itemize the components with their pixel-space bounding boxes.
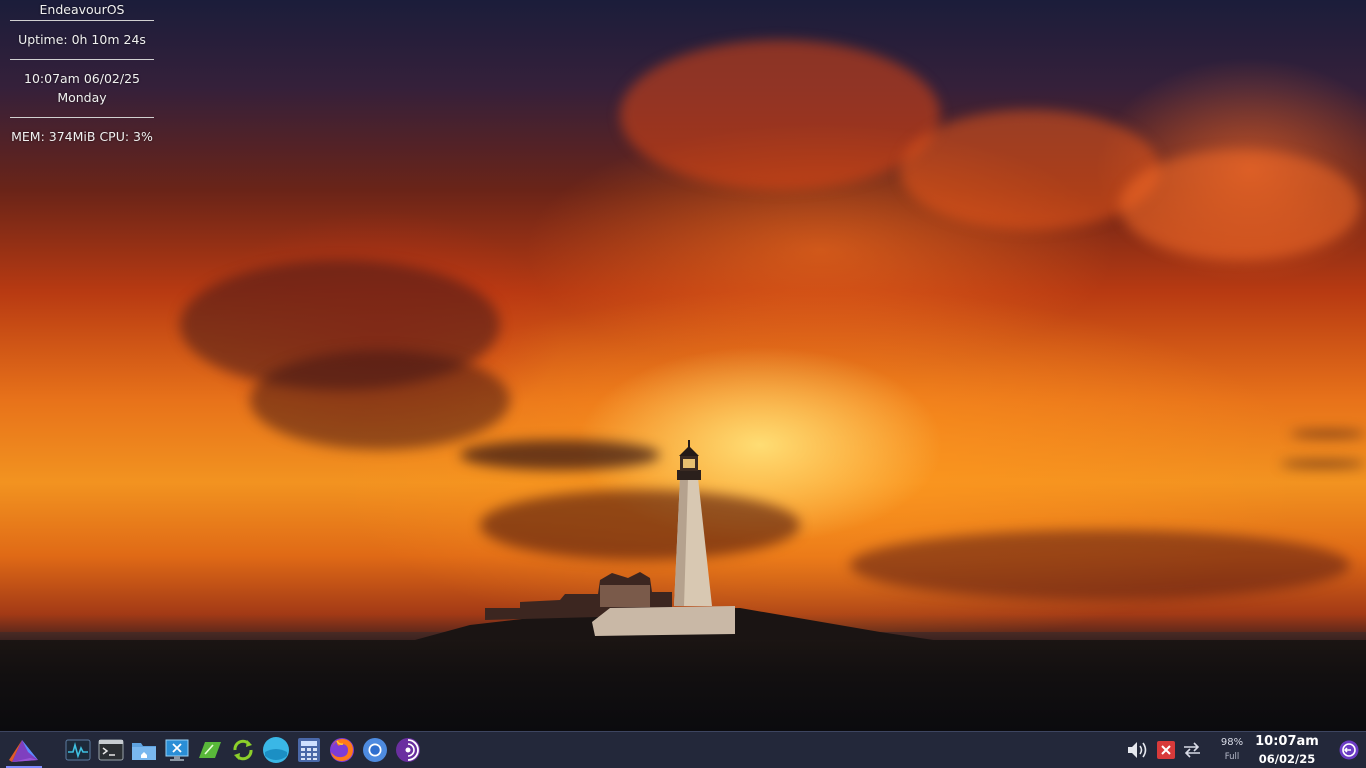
tor-browser-icon: [396, 738, 420, 762]
update-manager-icon: [233, 739, 253, 761]
volume-button[interactable]: [1126, 738, 1150, 762]
chromium-button[interactable]: [361, 736, 389, 764]
mem-cpu-label: MEM: 374MiB CPU: 3%: [11, 129, 153, 144]
logout-icon: [1339, 740, 1359, 760]
volume-icon: [1128, 742, 1147, 758]
desktop-wallpaper: [0, 0, 1366, 731]
rocky-foreground: [0, 640, 1366, 731]
chromium-icon: [363, 738, 387, 762]
battery-state: Full: [1224, 752, 1240, 762]
conky-system-widget: EndeavourOS Uptime: 0h 10m 24s 10:07am 0…: [0, 0, 164, 146]
remote-desktop-button[interactable]: [163, 736, 191, 764]
uptime-label: Uptime: 0h 10m 24s: [18, 32, 146, 47]
clock-date: 06/02/25: [1258, 752, 1316, 766]
app-store-icon: [263, 737, 289, 763]
text-editor-icon: [199, 742, 221, 758]
file-manager-icon: [132, 743, 156, 760]
app-store-button[interactable]: [262, 736, 290, 764]
text-editor-button[interactable]: [196, 736, 224, 764]
application-launcher-button[interactable]: [6, 735, 42, 768]
tor-browser-button[interactable]: [394, 736, 422, 764]
remote-desktop-icon: [165, 739, 189, 761]
divider: [10, 59, 154, 60]
error-status-button[interactable]: [1154, 738, 1178, 762]
datetime-label: 10:07am 06/02/25: [24, 71, 140, 86]
terminal-icon: [98, 739, 124, 761]
lighthouse-silhouette: [360, 440, 1000, 660]
divider: [10, 117, 154, 118]
calculator-button[interactable]: [295, 736, 323, 764]
divider: [10, 20, 154, 21]
terminal-button[interactable]: [97, 736, 125, 764]
network-transfer-icon: [1184, 742, 1200, 758]
calculator-icon: [298, 738, 320, 762]
logout-button[interactable]: [1337, 738, 1361, 762]
system-monitor-icon: [65, 739, 91, 761]
firefox-icon: [330, 738, 354, 762]
taskbar: 98% Full 10:07am 06/02/25: [0, 731, 1366, 768]
hostname-label: EndeavourOS: [39, 2, 125, 17]
endeavouros-logo-icon: [9, 739, 38, 762]
battery-percent: 98%: [1220, 737, 1244, 748]
firefox-button[interactable]: [328, 736, 356, 764]
battery-indicator[interactable]: 98% Full: [1212, 736, 1252, 764]
file-manager-button[interactable]: [130, 736, 158, 764]
weekday-label: Monday: [57, 90, 107, 105]
network-button[interactable]: [1180, 738, 1204, 762]
error-icon: [1157, 741, 1175, 759]
update-manager-button[interactable]: [229, 736, 257, 764]
clock-time: 10:07am: [1255, 734, 1319, 749]
clock[interactable]: 10:07am 06/02/25: [1254, 733, 1320, 767]
system-monitor-button[interactable]: [64, 736, 92, 764]
